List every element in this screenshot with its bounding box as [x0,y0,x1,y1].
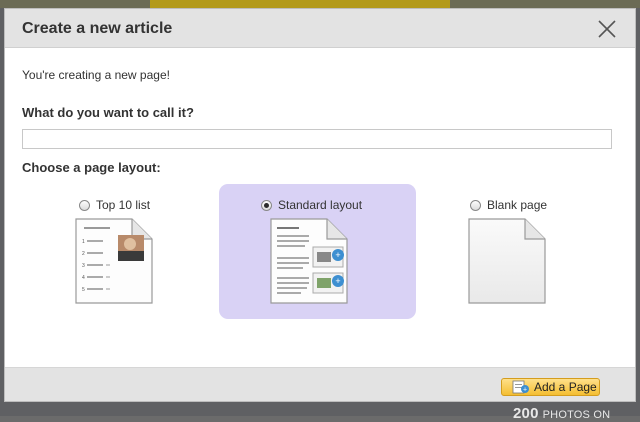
svg-text:+: + [335,250,340,260]
layout-radio-row-top10[interactable]: Top 10 list [79,198,150,212]
layout-radio-blank[interactable] [470,199,481,211]
close-icon [598,20,616,38]
blank-page-icon [468,218,546,304]
layout-radio-top10[interactable] [79,199,90,211]
top10-list-page-icon: 1 2 3 4 5 [75,218,153,304]
layout-option-top10[interactable]: Top 10 list 1 2 3 4 5 [55,184,185,319]
svg-text:1: 1 [82,239,85,245]
add-page-icon: + [512,380,529,394]
layout-option-blank[interactable]: Blank page [455,184,585,319]
add-page-label: Add a Page [534,380,597,394]
layout-radio-standard[interactable] [261,199,272,211]
photo-count-caption: PHOTOS ON [542,409,611,421]
svg-text:2: 2 [82,251,85,257]
dialog-footer: + Add a Page [5,367,635,401]
close-button[interactable] [597,19,617,39]
standard-layout-page-icon: + + [270,218,348,304]
layout-label-blank: Blank page [487,198,548,212]
svg-text:+: + [335,276,340,286]
article-name-input[interactable] [22,129,612,149]
layout-radio-row-standard[interactable]: Standard layout [261,198,362,212]
add-page-button[interactable]: + Add a Page [501,378,600,396]
layout-question-label: Choose a page layout: [22,160,161,175]
background-photo-count: 200 PHOTOS ON [513,405,610,422]
svg-text:4: 4 [82,275,85,281]
create-article-dialog: Create a new article You're creating a n… [4,8,636,402]
svg-text:5: 5 [82,287,85,293]
layout-radio-row-blank[interactable]: Blank page [470,198,547,212]
background-gold-banner [150,0,450,8]
name-question-label: What do you want to call it? [22,105,194,120]
dialog-title: Create a new article [22,20,173,37]
background-top-bar [0,0,640,8]
intro-text: You're creating a new page! [22,68,170,82]
layout-label-top10: Top 10 list [96,198,151,212]
svg-text:+: + [523,387,527,394]
layout-label-standard: Standard layout [278,198,363,212]
layout-option-standard[interactable]: Standard layout + + [219,184,416,319]
photo-count-number: 200 [513,405,539,422]
svg-text:3: 3 [82,263,85,269]
dialog-header: Create a new article [5,9,635,48]
